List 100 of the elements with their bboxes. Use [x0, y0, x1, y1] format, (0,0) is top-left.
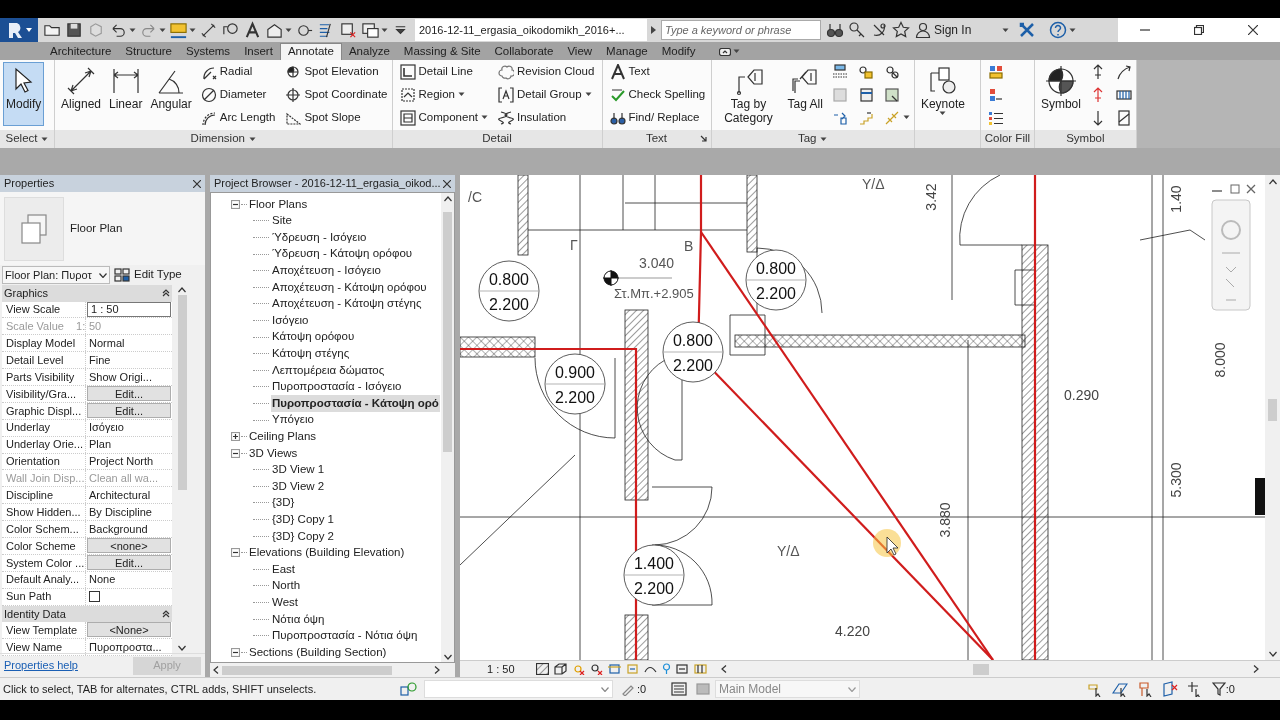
ribbon-button[interactable]: Tag by Category: [714, 62, 783, 126]
view-scale[interactable]: 1 : 50: [460, 660, 536, 678]
status-message: Click to select, TAB for alternates, CTRL adds, SHIFT unselects.: [2, 681, 318, 697]
panel-title: Symbol: [1066, 131, 1105, 147]
property-name: Color Schem...: [6, 521, 79, 537]
tree-item[interactable]: Ισόγειο: [271, 311, 310, 330]
ribbon-button[interactable]: Spot Coordinate: [284, 85, 389, 104]
tree-item[interactable]: Λεπτομέρεια δώματος: [271, 361, 386, 379]
tree-item[interactable]: {3D}: [271, 494, 296, 512]
edit-type-button[interactable]: Edit Type: [114, 266, 182, 284]
property-name: Visibility/Gra...: [6, 386, 77, 402]
ribbon-tab[interactable]: Structure: [118, 43, 180, 60]
plan-label: /C: [468, 189, 482, 205]
tree-item[interactable]: Πυροπροστασία - Ισόγειο: [271, 378, 403, 396]
tree-item[interactable]: Νότια όψη: [271, 610, 326, 628]
ribbon-button[interactable]: Spot Elevation: [284, 62, 380, 81]
door-width-label: 0.800: [756, 260, 796, 277]
sign-in-button[interactable]: Sign In: [910, 21, 1002, 39]
property-value: Show Origi...: [88, 369, 152, 385]
tree-item[interactable]: 3D Views: [248, 444, 299, 462]
ribbon-button[interactable]: Component: [398, 108, 489, 127]
ribbon-tab[interactable]: Insert: [237, 43, 280, 60]
floor-plan-view[interactable]: 0.800 2.200 0.800 2.200 0.900 2.200 0.800 2.200 1.400 2.200 /C Υ/Δ 3.42 1.40 Γ B 3.040 Στ.Μπ.+2.905 8.000 0.290 5.300 3.880 Υ/Δ 4.220: [460, 175, 1265, 660]
filter-count: :0: [1225, 681, 1235, 697]
tree-item[interactable]: Πυροπροστασία - Κάτοψη ορό: [271, 394, 440, 413]
ribbon-button[interactable]: Radial: [199, 62, 254, 81]
tree-item[interactable]: Elevations (Building Elevation): [248, 544, 406, 562]
tree-item[interactable]: Πυροπροστασία - Νότια όψη: [271, 627, 419, 645]
property-value: Clean all wa...: [88, 471, 159, 487]
ribbon-button[interactable]: Revision Cloud: [497, 62, 596, 81]
ribbon-button[interactable]: Diameter: [199, 85, 268, 104]
tree-item[interactable]: Κάτοψη ορόφου: [271, 328, 356, 346]
tree-item[interactable]: Sections (Building Section): [248, 643, 388, 661]
properties-help-link[interactable]: Properties help: [4, 657, 78, 674]
property-button[interactable]: <none>: [87, 538, 171, 554]
tree-item[interactable]: Αποχέτευση - Κάτοψη ορόφου: [271, 278, 428, 296]
tree-item[interactable]: Ύδρευση - Ισόγειο: [271, 228, 368, 247]
tree-item[interactable]: 3D View 1: [271, 461, 326, 479]
ribbon-tab[interactable]: Collaborate: [487, 43, 561, 60]
ribbon-tab[interactable]: Modify: [654, 43, 703, 60]
ribbon-tab[interactable]: View: [560, 43, 600, 60]
ribbon-button[interactable]: Text: [608, 62, 651, 81]
door-height-label: 2.200: [673, 357, 713, 374]
tree-item[interactable]: 3D View 2: [271, 477, 326, 495]
ribbon-tab[interactable]: Analyze: [341, 43, 397, 60]
ribbon-button[interactable]: Insulation: [497, 108, 568, 127]
ribbon-tab[interactable]: Systems: [179, 43, 238, 60]
property-name: Color Scheme: [6, 538, 76, 554]
property-button[interactable]: <None>: [87, 622, 171, 638]
tree-item[interactable]: East: [271, 560, 296, 578]
tree-item[interactable]: Ύδρευση - Κάτοψη ορόφου: [271, 245, 414, 263]
property-button[interactable]: Edit...: [87, 386, 171, 402]
ribbon-tab[interactable]: Architecture: [43, 43, 119, 60]
search-field[interactable]: Type a keyword or phrase: [661, 20, 821, 40]
ribbon-button[interactable]: Spot Slope: [284, 108, 362, 127]
property-name: Discipline: [6, 488, 54, 503]
tree-item[interactable]: Κάτοψη στέγης: [271, 345, 351, 363]
property-name: Orientation: [6, 454, 60, 470]
ribbon-button[interactable]: Tag All: [784, 62, 826, 126]
property-button[interactable]: Edit...: [87, 403, 171, 419]
property-name: Show Hidden...: [6, 504, 81, 520]
property-value: Project North: [88, 454, 154, 470]
ribbon-button[interactable]: Linear: [106, 62, 146, 126]
tree-item[interactable]: Ceiling Plans: [248, 428, 318, 446]
type-selector-dropdown[interactable]: Floor Plan: Πυροτ: [2, 266, 110, 284]
tree-item[interactable]: North: [271, 577, 302, 595]
plan-label: Υ/Δ: [777, 543, 800, 559]
tree-item[interactable]: West: [271, 593, 299, 612]
ribbon-button[interactable]: Detail Group: [497, 85, 593, 104]
tree-item[interactable]: Υπόγειο: [271, 411, 315, 429]
tree-item[interactable]: Αποχέτευση - Ισόγειο: [271, 262, 382, 280]
property-name: Sun Path: [6, 589, 52, 605]
tree-item[interactable]: {3D} Copy 2: [271, 527, 335, 545]
panel-title: Color Fill: [984, 131, 1031, 147]
property-name: Parts Visibility: [6, 369, 75, 385]
ribbon-button[interactable]: Check Spelling: [608, 85, 707, 104]
tree-item[interactable]: {3D} Copy 1: [271, 510, 335, 529]
tree-item[interactable]: Αποχέτευση - Κάτοψη στέγης: [271, 295, 423, 313]
ribbon-button[interactable]: Find/ Replace: [608, 108, 701, 127]
door-width-label: 0.800: [673, 332, 713, 349]
tree-item[interactable]: Floor Plans: [248, 195, 309, 213]
property-name: Wall Join Disp...: [6, 471, 85, 487]
ribbon-button[interactable]: Region: [398, 85, 466, 104]
property-name: Default Analy...: [6, 572, 80, 588]
property-value: Normal: [88, 336, 125, 351]
ribbon-button[interactable]: Angular: [147, 62, 195, 126]
ribbon-button[interactable]: Arc Length: [199, 108, 277, 127]
ribbon-button[interactable]: Modify: [3, 62, 45, 126]
ribbon-button[interactable]: Aligned: [58, 62, 105, 126]
door-height-label: 2.200: [489, 296, 529, 313]
ribbon-tab[interactable]: Massing & Site: [396, 43, 488, 60]
ribbon-button[interactable]: Detail Line: [398, 62, 474, 81]
property-name: System Color ...: [6, 555, 85, 571]
ribbon-button[interactable]: Keynote: [917, 62, 968, 126]
property-button[interactable]: Edit...: [87, 555, 171, 571]
ribbon-tab[interactable]: Annotate: [279, 43, 342, 60]
tree-item[interactable]: Site: [271, 212, 293, 230]
ribbon-button[interactable]: Symbol: [1037, 62, 1084, 126]
panel-title: Dimension: [190, 131, 245, 147]
ribbon-tab[interactable]: Manage: [599, 43, 655, 60]
